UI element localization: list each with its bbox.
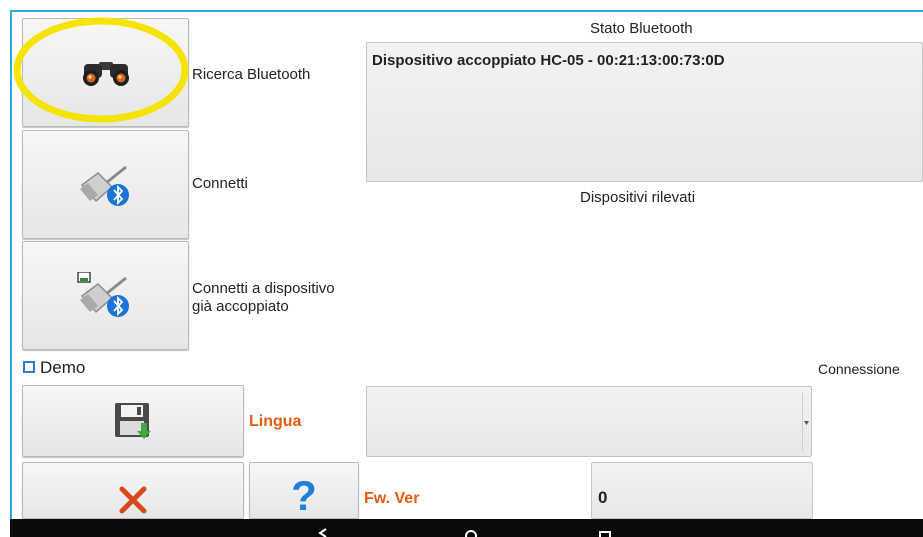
search-bluetooth-label: Ricerca Bluetooth: [192, 66, 311, 83]
firmware-version-label: Fw. Ver: [364, 490, 420, 507]
save-disk-icon: [115, 403, 151, 439]
paired-bluetooth-plug-icon: [76, 271, 129, 317]
highlight-circle: [13, 17, 189, 123]
close-button[interactable]: [22, 462, 244, 519]
help-question-icon: ?: [291, 474, 317, 518]
connection-label: Connessione: [818, 361, 900, 377]
demo-checkbox[interactable]: [23, 361, 35, 373]
close-x-icon: [119, 486, 147, 513]
svg-text:?: ?: [291, 474, 317, 518]
save-button[interactable]: [22, 385, 244, 457]
recents-icon[interactable]: [598, 527, 612, 537]
demo-label: Demo: [40, 358, 86, 377]
connect-label: Connetti: [192, 175, 248, 192]
dropdown-divider: [802, 393, 803, 451]
bluetooth-plug-icon: [79, 165, 129, 206]
chevron-down-icon: [804, 421, 809, 425]
firmware-version-box: 0: [591, 462, 813, 519]
bluetooth-status-text: Dispositivo accoppiato HC-05 - 00:21:13:…: [372, 52, 725, 69]
detected-devices-label: Dispositivi rilevati: [580, 189, 696, 206]
language-dropdown[interactable]: [366, 386, 812, 457]
connect-paired-label-line1: Connetti a dispositivo: [192, 280, 335, 297]
connect-button[interactable]: [22, 130, 189, 239]
help-button[interactable]: ?: [249, 462, 359, 519]
bluetooth-status-box: Dispositivo accoppiato HC-05 - 00:21:13:…: [366, 42, 923, 182]
home-icon[interactable]: [464, 527, 478, 537]
firmware-version-value: 0: [598, 488, 608, 507]
back-icon[interactable]: [316, 527, 330, 537]
connect-paired-label-line2: già accoppiato: [192, 298, 289, 315]
bluetooth-status-title: Stato Bluetooth: [590, 20, 693, 37]
connect-paired-device-button[interactable]: [22, 241, 189, 350]
language-label: Lingua: [249, 413, 302, 430]
